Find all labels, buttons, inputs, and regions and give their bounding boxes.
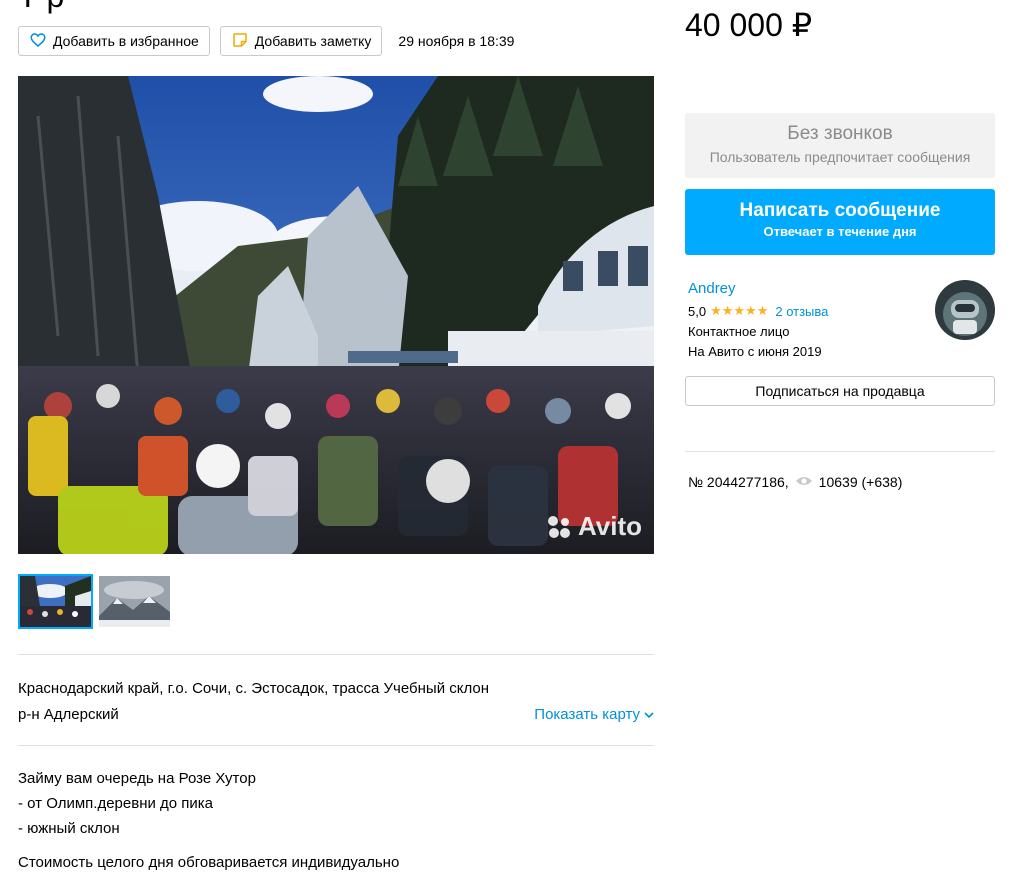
- item-meta: № 2044277186, 10639 (+638): [688, 474, 902, 490]
- divider-bottom: [18, 745, 654, 746]
- thumbnail-2[interactable]: [97, 574, 172, 629]
- listing-actions: Добавить в избранное Добавить заметку 29…: [18, 26, 514, 56]
- write-message-title: Написать сообщение: [739, 200, 941, 221]
- description-block: Займу вам очередь на Розе Хутор - от Оли…: [18, 766, 654, 875]
- right-divider: [685, 451, 995, 452]
- reviews-link[interactable]: 2 отзыва: [775, 304, 828, 319]
- address-block: Краснодарский край, г.о. Сочи, с. Эстоса…: [18, 676, 654, 728]
- thumbnail-1[interactable]: [18, 574, 93, 629]
- address-line-1: Краснодарский край, г.о. Сочи, с. Эстоса…: [18, 680, 490, 697]
- page-title-cut: Т р: [18, 0, 64, 15]
- write-message-subtitle: Отвечает в течение дня: [763, 224, 917, 239]
- description-line: - южный склон: [18, 820, 120, 837]
- avito-watermark: Avito: [546, 511, 642, 542]
- no-calls-subtitle: Пользователь предпочитает сообщения: [709, 149, 971, 165]
- chevron-down-icon: [644, 702, 654, 728]
- add-note-label: Добавить заметку: [254, 33, 372, 49]
- no-calls-title: Без звонков: [787, 123, 893, 144]
- publish-date: 29 ноября в 18:39: [398, 33, 515, 49]
- views-count: 10639 (+638): [818, 474, 903, 490]
- seller-info: Andrey 5,0 ★★★★★ 2 отзыва Контактное лиц…: [688, 280, 995, 359]
- main-photo[interactable]: Avito: [18, 76, 654, 554]
- add-note-button[interactable]: Добавить заметку: [219, 26, 383, 56]
- price: 40 000 ₽: [685, 7, 813, 43]
- write-message-button[interactable]: Написать сообщение Отвечает в течение дн…: [685, 189, 995, 255]
- thumbnail-strip: [18, 574, 172, 629]
- add-to-favorites-button[interactable]: Добавить в избранное: [18, 26, 210, 56]
- avito-watermark-text: Avito: [577, 511, 642, 541]
- avito-logo-icon: [546, 514, 572, 540]
- item-number: № 2044277186,: [688, 474, 789, 490]
- show-map-link[interactable]: Показать карту: [534, 702, 654, 728]
- avatar[interactable]: [935, 280, 995, 340]
- add-to-favorites-label: Добавить в избранное: [53, 33, 199, 49]
- heart-icon: [29, 31, 47, 52]
- description-line: Займу вам очередь на Розе Хутор: [18, 770, 256, 787]
- note-icon: [231, 31, 249, 52]
- rating-value: 5,0: [688, 303, 707, 319]
- seller-since: На Авито с июня 2019: [688, 344, 822, 359]
- description-price-note: Стоимость целого дня обговаривается инди…: [18, 854, 400, 871]
- subscribe-seller-button[interactable]: Подписаться на продавца: [685, 376, 995, 406]
- divider-top: [18, 654, 654, 655]
- show-map-label: Показать карту: [534, 706, 640, 723]
- eye-icon: [795, 474, 813, 490]
- rating-stars-icon: ★★★★★: [710, 303, 769, 318]
- photo-ski-queue: [18, 76, 654, 554]
- description-line: - от Олимп.деревни до пика: [18, 795, 214, 812]
- no-calls-panel: Без звонков Пользователь предпочитает со…: [685, 113, 995, 178]
